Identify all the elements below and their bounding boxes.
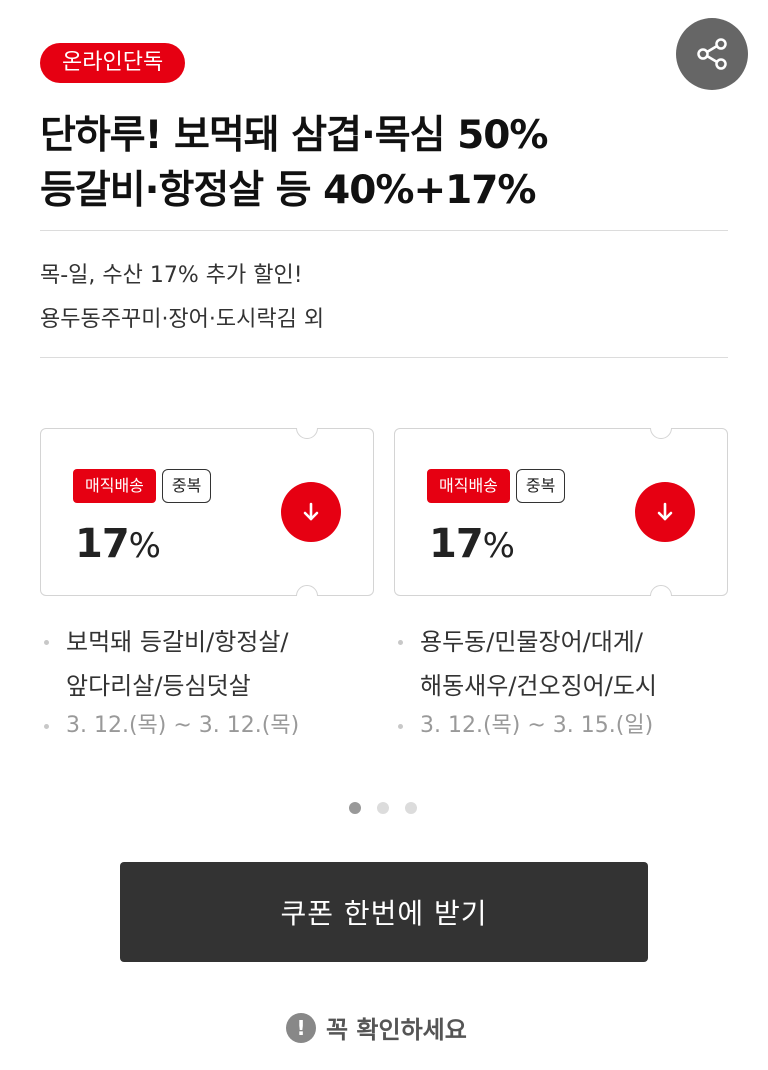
discount-value: 17 <box>429 521 484 567</box>
share-icon <box>697 38 727 70</box>
coupon-description: 보먹돼 등갈비/항정살/ 앞다리살/등심덧살 <box>40 620 360 708</box>
description-line-2: 해동새우/건오징어/도시 <box>420 672 657 700</box>
coupon-download-button[interactable] <box>635 482 695 542</box>
page-dot-2[interactable] <box>377 802 389 814</box>
coupon-tags: 매직배송 중복 <box>427 469 566 503</box>
subtitle-line-1: 목-일, 수산 17% 추가 할인! <box>40 263 303 288</box>
coupon-download-button[interactable] <box>281 482 341 542</box>
exclamation-icon: ! <box>286 1012 316 1043</box>
bullet-dot <box>44 640 49 645</box>
discount-percent: 17% <box>75 521 161 567</box>
description-line-2: 앞다리살/등심덧살 <box>66 672 251 700</box>
magic-delivery-tag: 매직배송 <box>427 469 510 503</box>
duplicate-tag: 중복 <box>161 469 212 503</box>
divider <box>40 357 728 358</box>
bullet-dot <box>398 724 403 729</box>
coupon-card[interactable]: 매직배송 중복 17% <box>40 416 374 608</box>
subtitle-line-2: 용두동주꾸미·장어·도시락김 외 <box>40 307 325 332</box>
coupon-description: 용두동/민물장어/대게/ 해동새우/건오징어/도시 <box>394 620 734 708</box>
bullet-dot <box>398 640 403 645</box>
carousel-pagination <box>349 802 417 814</box>
page-dot-3[interactable] <box>405 802 417 814</box>
duplicate-tag: 중복 <box>515 469 566 503</box>
percent-symbol: % <box>482 526 515 566</box>
description-line-1: 용두동/민물장어/대게/ <box>420 628 643 656</box>
title-line-1: 단하루! 보먹돼 삼겹·목심 50% <box>40 113 548 158</box>
page-title: 단하루! 보먹돼 삼겹·목심 50% 등갈비·항정살 등 40%+17% <box>40 108 730 218</box>
magic-delivery-tag: 매직배송 <box>73 469 156 503</box>
must-check-link[interactable]: ! 꼭 확인하세요 <box>286 1010 467 1045</box>
bullet-dot <box>44 724 49 729</box>
coupon-event-page: 온라인단독 단하루! 보먹돼 삼겹·목심 50% 등갈비·항정살 등 40%+1… <box>0 0 768 1070</box>
date-text: 3. 12.(목) ~ 3. 12.(목) <box>66 713 300 738</box>
percent-symbol: % <box>128 526 161 566</box>
subtitle: 목-일, 수산 17% 추가 할인! 용두동주꾸미·장어·도시락김 외 <box>40 254 728 342</box>
discount-percent: 17% <box>429 521 515 567</box>
page-dot-1[interactable] <box>349 802 361 814</box>
coupon-validity-date: 3. 12.(목) ~ 3. 12.(목) <box>40 708 299 744</box>
coupon-card[interactable]: 매직배송 중복 17% <box>394 416 728 608</box>
online-exclusive-badge: 온라인단독 <box>40 43 186 83</box>
download-arrow-icon <box>303 502 319 521</box>
download-arrow-icon <box>657 502 673 521</box>
coupon-tags: 매직배송 중복 <box>73 469 212 503</box>
coupon-validity-date: 3. 12.(목) ~ 3. 15.(일) <box>394 708 653 744</box>
share-button[interactable] <box>676 18 748 90</box>
title-line-2: 등갈비·항정살 등 40%+17% <box>40 168 537 213</box>
description-line-1: 보먹돼 등갈비/항정살/ <box>66 628 289 656</box>
get-all-coupons-button[interactable]: 쿠폰 한번에 받기 <box>120 862 648 962</box>
divider <box>40 230 728 231</box>
must-check-label: 꼭 확인하세요 <box>326 1016 467 1044</box>
discount-value: 17 <box>75 521 130 567</box>
date-text: 3. 12.(목) ~ 3. 15.(일) <box>420 713 654 738</box>
